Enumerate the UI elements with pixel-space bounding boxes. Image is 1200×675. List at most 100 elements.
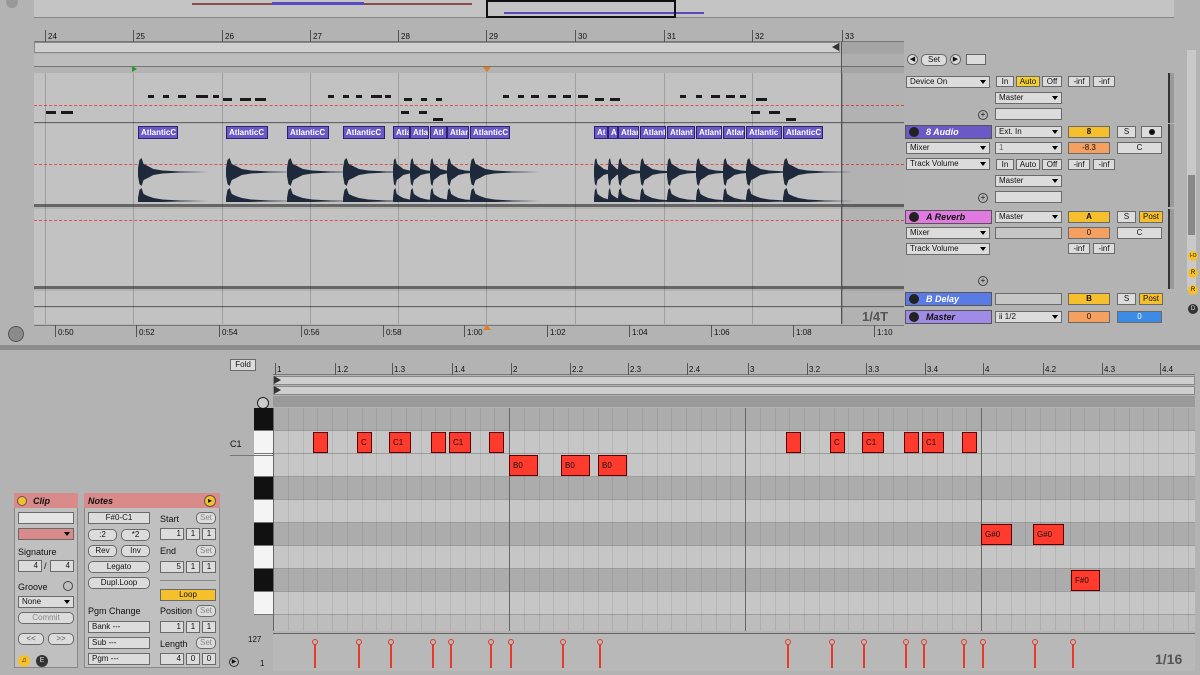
automation-event[interactable] <box>371 95 382 98</box>
prev-clip-button[interactable]: << <box>18 633 44 645</box>
loop-end-arrow-icon[interactable] <box>832 43 839 51</box>
automation-event[interactable] <box>680 95 686 98</box>
midi-note[interactable]: F#0 <box>1071 570 1100 591</box>
automation-event[interactable] <box>563 95 571 98</box>
audio-clip[interactable]: AtlanticC <box>287 126 329 139</box>
velocity-handle[interactable] <box>560 639 566 645</box>
velocity-lane[interactable] <box>273 633 1195 671</box>
end-bar[interactable]: 5 <box>160 561 184 573</box>
piano-key-white[interactable] <box>254 592 273 615</box>
duplicate-loop-button[interactable]: Dupl.Loop <box>88 577 150 589</box>
automation-event[interactable] <box>711 95 720 98</box>
length-beat[interactable]: 0 <box>186 653 200 665</box>
grid-display[interactable]: 1/16 <box>1155 651 1182 667</box>
velocity-stem[interactable] <box>923 644 925 668</box>
velocity-handle[interactable] <box>448 639 454 645</box>
velocity-handle[interactable] <box>312 639 318 645</box>
delay-empty-field[interactable] <box>995 293 1062 305</box>
audio-clip[interactable]: Atlantic <box>746 126 782 139</box>
prev-locator-button[interactable]: ◀ <box>907 54 918 65</box>
audio-clip[interactable]: Atla <box>393 126 410 139</box>
mixer-toggle-button[interactable]: R <box>1188 285 1198 295</box>
audio-param-chooser[interactable]: Track Volume <box>906 158 990 170</box>
signature-numerator[interactable]: 4 <box>18 560 42 572</box>
length-set-button[interactable]: Set <box>196 637 216 649</box>
velocity-stem[interactable] <box>963 644 965 668</box>
master-off-button[interactable]: Off <box>1042 76 1062 87</box>
velocity-stem[interactable] <box>358 644 360 668</box>
automation-event[interactable] <box>401 111 409 114</box>
end-sixteenth[interactable]: 1 <box>202 561 216 573</box>
velocity-handle[interactable] <box>388 639 394 645</box>
device-chooser[interactable]: Device On <box>906 76 990 88</box>
master-automation-lane[interactable] <box>34 73 904 123</box>
automation-event[interactable] <box>404 98 412 101</box>
add-lane-icon[interactable]: + <box>978 193 988 203</box>
velocity-stem[interactable] <box>863 644 865 668</box>
velocity-handle[interactable] <box>961 639 967 645</box>
clip-activator-icon[interactable] <box>17 496 27 506</box>
audio-empty-field[interactable] <box>995 191 1062 203</box>
envelope-toggle-icon[interactable]: E <box>36 655 48 667</box>
track-fold-icon[interactable] <box>909 312 919 322</box>
length-sixteenth[interactable]: 0 <box>202 653 216 665</box>
bank-field[interactable]: Bank --- <box>88 621 150 633</box>
automation-event[interactable] <box>178 95 186 98</box>
position-bar[interactable]: 1 <box>160 621 184 633</box>
program-field[interactable]: Pgm --- <box>88 653 150 665</box>
velocity-handle[interactable] <box>597 639 603 645</box>
automation-event[interactable] <box>503 95 509 98</box>
clip-loop-brace[interactable] <box>273 376 1195 385</box>
velocity-lane-toggle-icon[interactable]: ▶ <box>229 657 239 667</box>
automation-event[interactable] <box>740 95 746 98</box>
velocity-stem[interactable] <box>831 644 833 668</box>
midi-note[interactable]: C1 <box>862 432 884 453</box>
master-output-chooser[interactable]: Master <box>995 92 1062 104</box>
velocity-handle[interactable] <box>508 639 514 645</box>
master-empty-field[interactable] <box>995 108 1062 120</box>
end-beat[interactable]: 1 <box>186 561 200 573</box>
master-auto-button[interactable]: Auto <box>1016 76 1040 87</box>
piano-key-black[interactable] <box>254 477 273 500</box>
midi-note[interactable] <box>786 432 801 453</box>
position-beat[interactable]: 1 <box>186 621 200 633</box>
master-volume-field[interactable]: 0 <box>1068 311 1110 323</box>
piano-key-white[interactable] <box>254 546 273 569</box>
start-beat[interactable]: 1 <box>186 528 200 540</box>
audio-channel-chooser[interactable]: 1 <box>995 142 1062 154</box>
start-sixteenth[interactable]: 1 <box>202 528 216 540</box>
automation-event[interactable] <box>751 111 760 114</box>
master-track-lane[interactable] <box>34 308 904 324</box>
lock-icon[interactable] <box>966 54 986 65</box>
velocity-stem[interactable] <box>1072 644 1074 668</box>
track-name-a-reverb[interactable]: A Reverb <box>905 210 992 224</box>
zoom-toggle-icon[interactable] <box>8 326 24 342</box>
velocity-handle[interactable] <box>1070 639 1076 645</box>
notes-expand-icon[interactable]: ▸ <box>204 495 216 507</box>
piano-key-black[interactable] <box>254 408 273 431</box>
velocity-handle[interactable] <box>903 639 909 645</box>
audio-auto-button[interactable]: Auto <box>1016 159 1040 170</box>
position-sixteenth[interactable]: 1 <box>202 621 216 633</box>
clip-color-chooser[interactable] <box>18 528 74 540</box>
audio-track-activator[interactable]: 8 <box>1068 126 1110 138</box>
velocity-stem[interactable] <box>905 644 907 668</box>
position-set-button[interactable]: Set <box>196 605 216 617</box>
reverb-pan-field[interactable]: C <box>1117 227 1162 239</box>
audio-clip[interactable]: Atlant <box>640 126 666 139</box>
automation-event[interactable] <box>531 95 539 98</box>
automation-event[interactable] <box>163 95 169 98</box>
audio-clip[interactable]: Atl <box>430 126 447 139</box>
automation-event[interactable] <box>148 95 154 98</box>
velocity-stem[interactable] <box>490 644 492 668</box>
velocity-stem[interactable] <box>432 644 434 668</box>
automation-event[interactable] <box>518 95 524 98</box>
fold-button[interactable]: Fold <box>230 359 256 371</box>
piano-key-white[interactable] <box>254 431 273 454</box>
start-marker-icon[interactable] <box>132 66 137 72</box>
audio-pan-field[interactable]: C <box>1117 142 1162 154</box>
audio-clip[interactable]: Atlar <box>723 126 745 139</box>
velocity-stem[interactable] <box>390 644 392 668</box>
track-name-8-audio[interactable]: 8 Audio <box>905 125 992 139</box>
velocity-stem[interactable] <box>450 644 452 668</box>
